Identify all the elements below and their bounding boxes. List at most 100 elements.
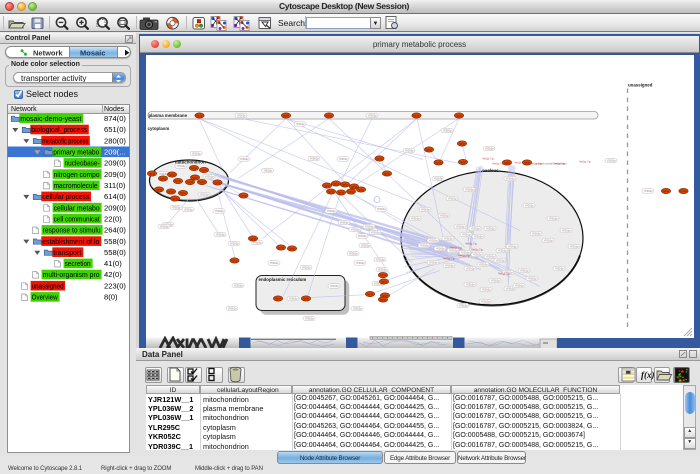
svg-text:Yfl010p: Yfl010p bbox=[192, 151, 201, 155]
svg-text:Ygr1p: Ygr1p bbox=[240, 194, 247, 197]
svg-text:Yer1p,Yg: Yer1p,Yg bbox=[579, 159, 591, 163]
svg-text:Yfl010p: Yfl010p bbox=[327, 209, 336, 213]
svg-text:Ygr1p: Ygr1p bbox=[214, 181, 221, 184]
svg-text:nucleobase-: nucleobase- bbox=[65, 159, 100, 168]
svg-text:transport: transport bbox=[53, 248, 82, 257]
svg-text:614(0): 614(0) bbox=[104, 192, 126, 201]
svg-text:Yfl010p: Yfl010p bbox=[310, 156, 319, 160]
svg-text:Ygr1p: Ygr1p bbox=[325, 114, 332, 117]
svg-text:Ygr1p: Ygr1p bbox=[458, 142, 465, 145]
svg-text:nitrogen compo: nitrogen compo bbox=[54, 170, 100, 179]
svg-text:Ygr1p: Ygr1p bbox=[186, 181, 193, 184]
svg-text:Ygr1p: Ygr1p bbox=[148, 172, 155, 175]
svg-text:Yfl010p: Yfl010p bbox=[506, 176, 515, 180]
svg-text:Yfl010p: Yfl010p bbox=[496, 258, 505, 262]
svg-text:Yfl010p: Yfl010p bbox=[330, 284, 339, 288]
svg-text:651(0): 651(0) bbox=[104, 125, 126, 134]
svg-text:Yfl010p: Yfl010p bbox=[420, 243, 429, 247]
svg-text:Yfl010p: Yfl010p bbox=[289, 296, 298, 300]
svg-text:Yer1p,Yg: Yer1p,Yg bbox=[553, 161, 565, 165]
svg-text:Ygr1p: Ygr1p bbox=[274, 297, 281, 300]
svg-text:Yfl010p: Yfl010p bbox=[184, 207, 193, 211]
svg-text:Yfl010p: Yfl010p bbox=[448, 196, 457, 200]
svg-text:Ygr1p: Ygr1p bbox=[277, 246, 284, 249]
svg-text:311(0): 311(0) bbox=[104, 181, 126, 190]
svg-text:metabolic process: metabolic process bbox=[42, 136, 88, 145]
svg-text:Yfl010p: Yfl010p bbox=[215, 209, 224, 213]
svg-text:Yfl010p: Yfl010p bbox=[456, 224, 465, 228]
svg-text:Yer1p,Yg: Yer1p,Yg bbox=[458, 253, 470, 257]
svg-text:Yfl010p: Yfl010p bbox=[549, 216, 558, 220]
svg-text:Ygr1p: Ygr1p bbox=[366, 293, 373, 296]
svg-text:Yfl010p: Yfl010p bbox=[240, 157, 249, 161]
svg-text:Ygr1p: Ygr1p bbox=[302, 297, 309, 300]
svg-text:Yfl010p: Yfl010p bbox=[349, 251, 358, 255]
svg-text:secretion: secretion bbox=[65, 259, 91, 268]
svg-text:f(x): f(x) bbox=[641, 370, 655, 380]
svg-text:209(0): 209(0) bbox=[104, 203, 126, 212]
svg-text:Ygr1p: Ygr1p bbox=[455, 114, 462, 117]
svg-text:8(0): 8(0) bbox=[104, 293, 118, 302]
svg-text:Ygr1p: Ygr1p bbox=[376, 157, 383, 160]
svg-text:Ygr1p: Ygr1p bbox=[379, 298, 386, 301]
svg-text:Yfl010p: Yfl010p bbox=[339, 157, 348, 161]
svg-text:Ygr1p: Ygr1p bbox=[341, 183, 348, 186]
svg-text:Yfl010p: Yfl010p bbox=[520, 268, 529, 272]
svg-text:Ygr1p: Ygr1p bbox=[171, 197, 178, 200]
svg-text:Yer1p,Yg: Yer1p,Yg bbox=[471, 247, 483, 251]
svg-text:Ygr1p: Ygr1p bbox=[196, 114, 203, 117]
svg-text:558(0): 558(0) bbox=[104, 248, 126, 257]
svg-text:cytoplasm: cytoplasm bbox=[148, 126, 170, 131]
svg-text:Yfl010p: Yfl010p bbox=[465, 187, 474, 191]
svg-text:Yfl010p: Yfl010p bbox=[234, 283, 243, 287]
svg-text:biological_process: biological_process bbox=[31, 125, 87, 134]
svg-text:Yfl010p: Yfl010p bbox=[302, 265, 311, 269]
svg-text:Yfl010p: Yfl010p bbox=[532, 231, 541, 235]
svg-text:Ygr1p: Ygr1p bbox=[337, 191, 344, 194]
svg-text:Ygr1p: Ygr1p bbox=[159, 177, 166, 180]
svg-text:Yfl010p: Yfl010p bbox=[482, 287, 491, 291]
svg-text:874(0): 874(0) bbox=[104, 114, 126, 123]
svg-text:Ygr1p: Ygr1p bbox=[200, 169, 207, 172]
svg-text:Yfl010p: Yfl010p bbox=[479, 262, 488, 266]
svg-text:Yfl010p: Yfl010p bbox=[486, 254, 495, 258]
svg-text:Yfl010p: Yfl010p bbox=[177, 164, 186, 168]
svg-text:209(...: 209(... bbox=[104, 148, 126, 157]
svg-text:Yfl010p: Yfl010p bbox=[491, 278, 500, 282]
svg-text:Ygr1p: Ygr1p bbox=[503, 161, 510, 164]
svg-text:Yfl010p: Yfl010p bbox=[405, 148, 414, 152]
svg-text:Yfl010p: Yfl010p bbox=[459, 303, 468, 307]
svg-text:Yfl010p: Yfl010p bbox=[270, 261, 279, 265]
svg-text:Yfl010p: Yfl010p bbox=[228, 306, 237, 310]
svg-text:209(0): 209(0) bbox=[104, 170, 126, 179]
svg-text:Yfl010p: Yfl010p bbox=[462, 232, 471, 236]
svg-text:Ygr1p: Ygr1p bbox=[425, 148, 432, 151]
svg-text:Ygr1p: Ygr1p bbox=[167, 190, 174, 193]
svg-text:Ygr1p: Ygr1p bbox=[459, 161, 466, 164]
svg-text:Ygr1p: Ygr1p bbox=[282, 114, 289, 117]
svg-text:Yfl010p: Yfl010p bbox=[436, 246, 445, 250]
svg-text:Yfl010p: Yfl010p bbox=[296, 122, 305, 126]
svg-text:Yfl010p: Yfl010p bbox=[172, 205, 181, 209]
svg-text:Yfl010p: Yfl010p bbox=[515, 283, 524, 287]
svg-text:Yfl010p: Yfl010p bbox=[353, 306, 362, 310]
svg-text:42(0): 42(0) bbox=[104, 270, 122, 279]
svg-text:cellular metabo: cellular metabo bbox=[54, 203, 100, 212]
svg-text:cell communicat: cell communicat bbox=[54, 214, 101, 223]
svg-text:Yer1p,Yg: Yer1p,Yg bbox=[498, 271, 510, 275]
svg-text:Yfl010p: Yfl010p bbox=[528, 276, 537, 280]
svg-text:Yfl010p: Yfl010p bbox=[411, 216, 420, 220]
svg-text:Ygr1p: Ygr1p bbox=[174, 180, 181, 183]
svg-text:Ygr1p: Ygr1p bbox=[327, 190, 334, 193]
svg-text:Yfl010p: Yfl010p bbox=[378, 267, 387, 271]
svg-text:Ygr1p: Ygr1p bbox=[168, 173, 175, 176]
svg-text:Overview: Overview bbox=[32, 293, 58, 302]
svg-text:Yfl010p: Yfl010p bbox=[205, 174, 214, 178]
svg-text:Yfl010p: Yfl010p bbox=[562, 228, 571, 232]
svg-text:Yfl010p: Yfl010p bbox=[160, 224, 169, 228]
svg-text:209(0): 209(0) bbox=[104, 159, 126, 168]
svg-text:primary metabo: primary metabo bbox=[53, 148, 99, 157]
svg-text:Yfl010p: Yfl010p bbox=[159, 172, 168, 176]
svg-text:mosaic-demo-yeast: mosaic-demo-yeast bbox=[20, 114, 82, 123]
svg-text:Yfl010p: Yfl010p bbox=[200, 192, 209, 196]
